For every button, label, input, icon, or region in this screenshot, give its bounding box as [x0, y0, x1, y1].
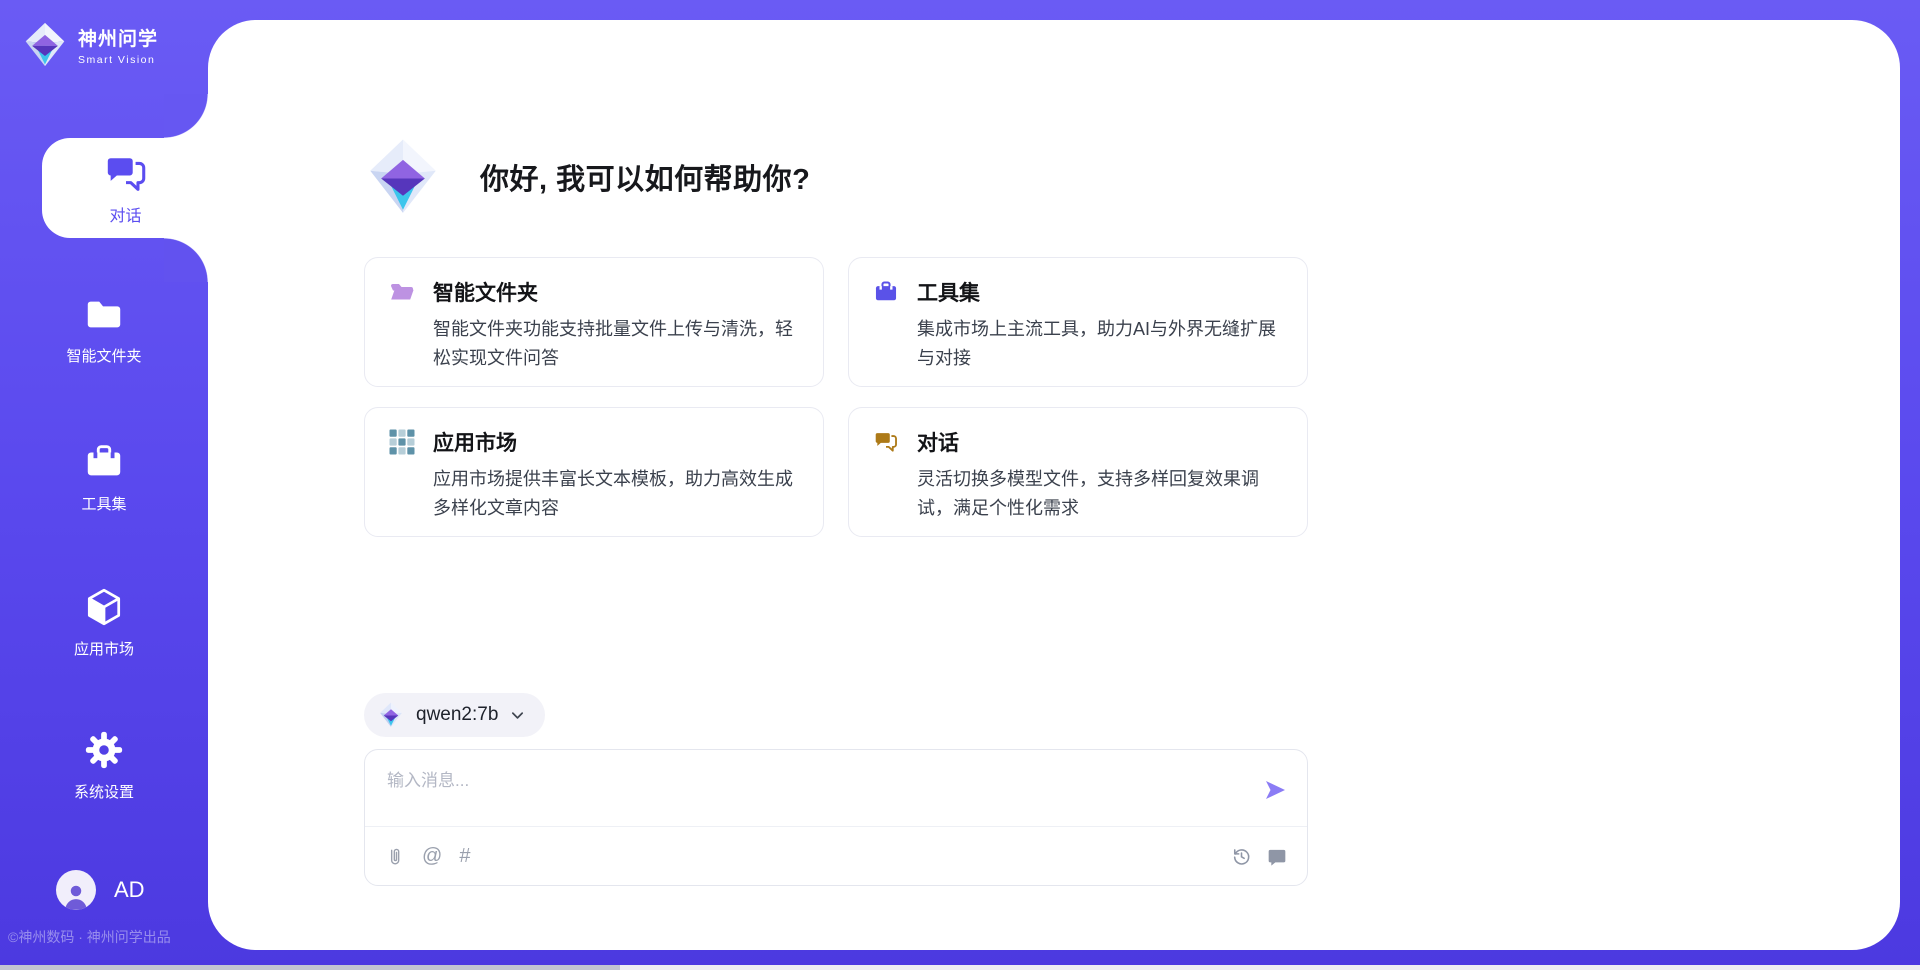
- brand: 神州问学 Smart Vision: [22, 22, 158, 68]
- toolbox-icon: [873, 279, 899, 305]
- card-title: 对话: [917, 427, 959, 457]
- paperclip-icon[interactable]: [385, 846, 405, 868]
- sidebar-item-chat[interactable]: 对话: [42, 138, 209, 238]
- sidebar-item-label: 工具集: [0, 493, 208, 514]
- feature-cards: 智能文件夹 智能文件夹功能支持批量文件上传与清洗，轻松实现文件问答 工具集 集成…: [364, 257, 1308, 537]
- brand-subtitle: Smart Vision: [78, 54, 158, 66]
- card-title: 应用市场: [433, 427, 517, 457]
- at-icon[interactable]: @: [422, 845, 442, 868]
- sidebar-item-settings[interactable]: 系统设置: [0, 729, 208, 802]
- brand-diamond-icon: [22, 22, 68, 68]
- message-icon[interactable]: [1267, 847, 1287, 867]
- card-toolset[interactable]: 工具集 集成市场上主流工具，助力AI与外界无缝扩展与对接: [848, 257, 1308, 387]
- brand-diamond-icon: [378, 702, 404, 728]
- card-chat[interactable]: 对话 灵活切换多模型文件，支持多样回复效果调试，满足个性化需求: [848, 407, 1308, 537]
- brand-name: 神州问学: [78, 24, 158, 51]
- sidebar-item-smart-folder[interactable]: 智能文件夹: [0, 293, 208, 366]
- chevron-down-icon: [510, 708, 525, 723]
- card-description: 灵活切换多模型文件，支持多样回复效果调试，满足个性化需求: [917, 465, 1285, 523]
- sidebar-item-label: 对话: [109, 202, 141, 226]
- sidebar-item-toolset[interactable]: 工具集: [0, 441, 208, 514]
- message-input[interactable]: [385, 764, 1239, 824]
- message-composer: @ #: [364, 749, 1308, 886]
- card-title: 工具集: [917, 277, 980, 307]
- sidebar-item-label: 应用市场: [0, 638, 208, 659]
- card-title: 智能文件夹: [433, 277, 538, 307]
- folder-icon: [0, 293, 208, 335]
- send-icon[interactable]: [1263, 778, 1287, 802]
- user-account[interactable]: AD: [56, 870, 145, 910]
- scrollbar-thumb[interactable]: [0, 965, 620, 970]
- sidebar-footer: ©神州数码 · 神州问学出品: [8, 927, 171, 947]
- user-initials: AD: [114, 877, 145, 903]
- chat-icon: [103, 151, 149, 197]
- chat-icon: [873, 429, 899, 455]
- sidebar-item-label: 智能文件夹: [0, 345, 208, 366]
- sidebar-item-label: 系统设置: [0, 781, 208, 802]
- model-name: qwen2:7b: [416, 704, 498, 726]
- grid-icon: [389, 429, 415, 455]
- greeting-text: 你好, 我可以如何帮助你?: [480, 156, 810, 198]
- toolbox-icon: [0, 441, 208, 483]
- hash-icon[interactable]: #: [459, 845, 470, 868]
- model-selector[interactable]: qwen2:7b: [364, 693, 545, 737]
- tab-fillet-bottom: [164, 238, 208, 282]
- sidebar-item-app-market[interactable]: 应用市场: [0, 586, 208, 659]
- brand-diamond-icon: [364, 138, 442, 216]
- folder-open-icon: [389, 279, 415, 305]
- composer-toolbar: @ #: [385, 827, 1287, 886]
- horizontal-scrollbar[interactable]: [0, 965, 1920, 970]
- history-icon[interactable]: [1231, 846, 1252, 867]
- cube-icon: [0, 586, 208, 628]
- tab-fillet-top: [164, 94, 208, 138]
- card-smart-folder[interactable]: 智能文件夹 智能文件夹功能支持批量文件上传与清洗，轻松实现文件问答: [364, 257, 824, 387]
- avatar: [56, 870, 96, 910]
- card-description: 智能文件夹功能支持批量文件上传与清洗，轻松实现文件问答: [433, 315, 801, 373]
- greeting: 你好, 我可以如何帮助你?: [364, 138, 810, 216]
- person-icon: [61, 882, 91, 910]
- content-column: 你好, 我可以如何帮助你? 智能文件夹 智能文件夹功能支持批量文件上传与清洗，轻…: [364, 0, 1308, 970]
- card-app-market[interactable]: 应用市场 应用市场提供丰富长文本模板，助力高效生成多样化文章内容: [364, 407, 824, 537]
- card-description: 应用市场提供丰富长文本模板，助力高效生成多样化文章内容: [433, 465, 801, 523]
- card-description: 集成市场上主流工具，助力AI与外界无缝扩展与对接: [917, 315, 1285, 373]
- gear-icon: [0, 729, 208, 771]
